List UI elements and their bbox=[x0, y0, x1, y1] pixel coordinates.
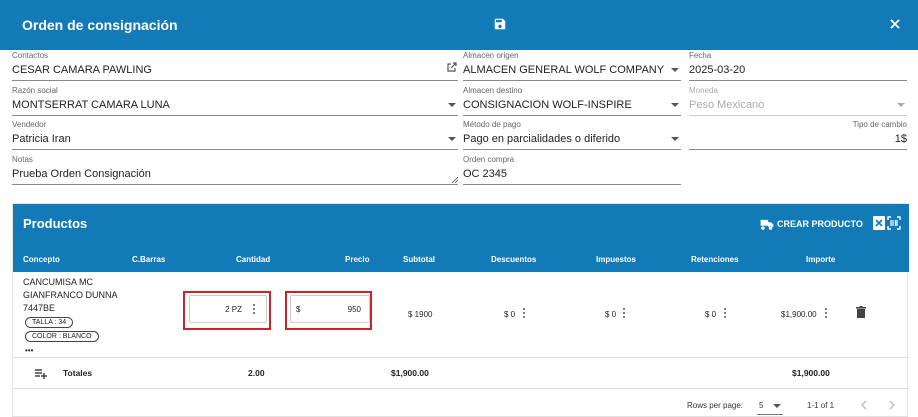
importe-menu-icon[interactable] bbox=[825, 308, 828, 320]
contactos-label: Contactos bbox=[12, 51, 49, 60]
table-row: CANCUMISA MC GIANFRANCO DUNNA 7447BE TAL… bbox=[13, 272, 909, 358]
dialog-title: Orden de consignación bbox=[22, 17, 178, 33]
totals-row: Totales 2.00 $1,900.00 $1,900.00 bbox=[13, 359, 909, 389]
create-product-button[interactable]: CREAR PRODUCTO bbox=[760, 217, 863, 231]
moneda-value: Peso Mexicano bbox=[689, 99, 765, 111]
descuentos-menu-icon[interactable] bbox=[523, 308, 526, 320]
products-header: Productos CREAR PRODUCTO bbox=[13, 204, 909, 242]
importe-cell: $1,900.00 bbox=[781, 310, 817, 319]
table-header: Concepto C.Barras Cantidad Precio Subtot… bbox=[13, 242, 909, 272]
razon-social-value: MONTSERRAT CAMARA LUNA bbox=[12, 99, 170, 111]
price-input[interactable]: $ 950 bbox=[290, 295, 370, 323]
close-icon[interactable] bbox=[888, 17, 902, 31]
orden-compra-value: OC 2345 bbox=[463, 168, 508, 180]
open-external-icon[interactable] bbox=[446, 61, 458, 73]
almacen-origen-value: ALMACEN GENERAL WOLF COMPANY bbox=[463, 64, 665, 76]
col-precio[interactable]: Precio bbox=[345, 255, 369, 264]
vendedor-value: Patricia Iran bbox=[12, 133, 71, 145]
chevron-down-icon[interactable] bbox=[448, 137, 456, 141]
tipo-cambio-field[interactable]: Tipo de cambio 1$ bbox=[689, 120, 907, 154]
rows-per-page-value[interactable]: 5 bbox=[759, 401, 763, 410]
fecha-label: Fecha bbox=[689, 51, 712, 60]
dialog-header: Orden de consignación bbox=[0, 0, 918, 50]
almacen-origen-label: Almacen origen bbox=[463, 51, 519, 60]
price-currency: $ bbox=[296, 305, 301, 314]
chevron-down-icon[interactable] bbox=[671, 103, 679, 107]
chevron-down-icon[interactable] bbox=[448, 103, 456, 107]
col-barras[interactable]: C.Barras bbox=[132, 255, 165, 264]
attribute-chip-color: COLOR : BLANCO bbox=[25, 331, 99, 342]
vendedor-label: Vendedor bbox=[12, 120, 47, 129]
price-value: 950 bbox=[347, 305, 361, 314]
razon-social-label: Razón social bbox=[12, 86, 58, 95]
create-product-label: CREAR PRODUCTO bbox=[777, 219, 863, 229]
pagination: Rows per page: 5 1-1 of 1 bbox=[13, 390, 909, 417]
truck-add-icon bbox=[760, 219, 774, 230]
excel-import-icon[interactable] bbox=[873, 216, 885, 230]
products-panel: Productos CREAR PRODUCTO Concepto C.Barr… bbox=[12, 203, 909, 417]
contactos-field[interactable]: Contactos CESAR CAMARA PAWLING bbox=[12, 51, 458, 85]
trash-icon[interactable] bbox=[856, 306, 866, 318]
razon-social-field[interactable]: Razón social MONTSERRAT CAMARA LUNA bbox=[12, 86, 458, 120]
moneda-label: Moneda bbox=[689, 86, 718, 95]
moneda-field: Moneda Peso Mexicano bbox=[689, 86, 907, 120]
quantity-value: 2 PZ bbox=[225, 305, 242, 314]
chevron-down-icon bbox=[897, 103, 905, 107]
playlist-add-icon[interactable] bbox=[35, 369, 47, 379]
rows-per-page-label: Rows per page: bbox=[687, 401, 744, 410]
totals-cantidad: 2.00 bbox=[248, 368, 265, 378]
metodo-pago-field[interactable]: Método de pago Pago en parcialidades o d… bbox=[463, 120, 681, 154]
quantity-menu-icon[interactable] bbox=[253, 304, 256, 316]
impuestos-cell: $ 0 bbox=[605, 310, 617, 319]
notas-value: Prueba Orden Consignación bbox=[12, 168, 151, 180]
contactos-value: CESAR CAMARA PAWLING bbox=[12, 64, 152, 76]
products-title: Productos bbox=[23, 216, 88, 231]
notas-field[interactable]: Notas Prueba Orden Consignación bbox=[12, 155, 458, 189]
totals-subtotal: $1,900.00 bbox=[391, 368, 429, 378]
fecha-field[interactable]: Fecha 2025-03-20 bbox=[689, 51, 907, 85]
orden-compra-label: Orden compra bbox=[463, 155, 515, 164]
more-attributes[interactable]: ••• bbox=[25, 346, 33, 355]
chevron-down-icon[interactable] bbox=[671, 137, 679, 141]
quantity-input[interactable]: 2 PZ bbox=[189, 295, 267, 323]
metodo-pago-label: Método de pago bbox=[463, 120, 521, 129]
attribute-chip-talla: TALLA : 34 bbox=[25, 317, 74, 328]
fecha-value: 2025-03-20 bbox=[689, 64, 746, 76]
chevron-down-icon[interactable] bbox=[671, 68, 679, 72]
col-cantidad[interactable]: Cantidad bbox=[236, 255, 270, 264]
totals-importe: $1,900.00 bbox=[792, 368, 830, 378]
chevron-left-icon[interactable] bbox=[860, 400, 868, 410]
retenciones-menu-icon[interactable] bbox=[724, 308, 727, 320]
barcode-scan-icon[interactable] bbox=[887, 216, 901, 230]
notas-label: Notas bbox=[12, 155, 33, 164]
resize-handle-icon[interactable] bbox=[452, 177, 458, 183]
pagination-range: 1-1 of 1 bbox=[807, 401, 835, 410]
col-subtotal[interactable]: Subtotal bbox=[403, 255, 435, 264]
col-importe[interactable]: Importe bbox=[806, 255, 835, 264]
col-impuestos[interactable]: Impuestos bbox=[596, 255, 636, 264]
col-descuentos[interactable]: Descuentos bbox=[491, 255, 536, 264]
totals-label: Totales bbox=[63, 368, 93, 378]
orden-compra-field[interactable]: Orden compra OC 2345 bbox=[463, 155, 681, 189]
metodo-pago-value: Pago en parcialidades o diferido bbox=[463, 133, 621, 145]
col-concepto[interactable]: Concepto bbox=[23, 255, 60, 264]
tipo-cambio-value: 1$ bbox=[894, 133, 907, 145]
col-retenciones[interactable]: Retenciones bbox=[691, 255, 739, 264]
almacen-origen-field[interactable]: Almacen origen ALMACEN GENERAL WOLF COMP… bbox=[463, 51, 681, 85]
descuentos-cell: $ 0 bbox=[504, 310, 516, 319]
retenciones-cell: $ 0 bbox=[705, 310, 717, 319]
almacen-destino-value: CONSIGNACION WOLF-INSPIRE bbox=[463, 99, 632, 111]
chevron-right-icon[interactable] bbox=[888, 400, 896, 410]
save-icon[interactable] bbox=[493, 17, 507, 31]
impuestos-menu-icon[interactable] bbox=[623, 308, 626, 320]
vendedor-field[interactable]: Vendedor Patricia Iran bbox=[12, 120, 458, 154]
chevron-down-icon[interactable] bbox=[773, 404, 781, 408]
tipo-cambio-label: Tipo de cambio bbox=[852, 120, 907, 129]
almacen-destino-label: Almacen destino bbox=[463, 86, 523, 95]
product-concept: CANCUMISA MC GIANFRANCO DUNNA 7447BE bbox=[23, 277, 118, 313]
subtotal-cell: $ 1900 bbox=[408, 310, 433, 319]
almacen-destino-field[interactable]: Almacen destino CONSIGNACION WOLF-INSPIR… bbox=[463, 86, 681, 120]
